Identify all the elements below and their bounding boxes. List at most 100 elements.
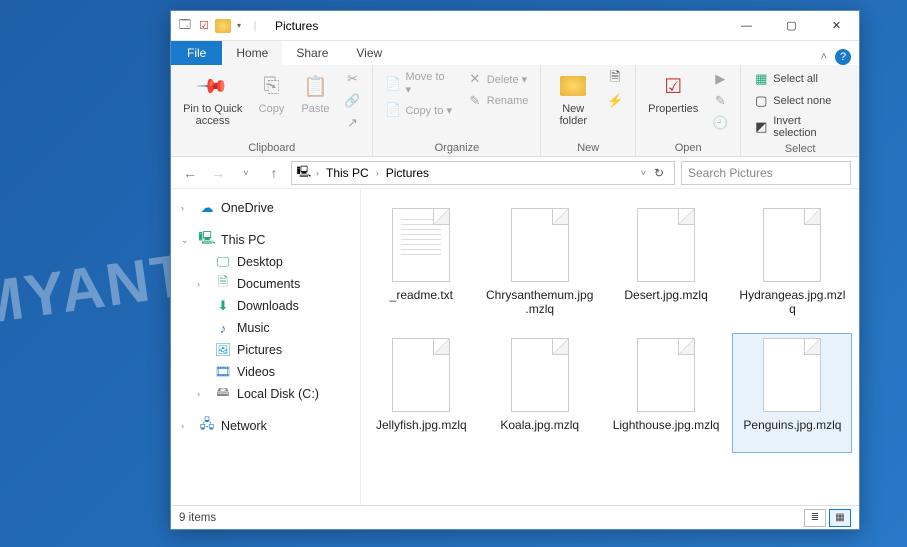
easy-access-button[interactable]: ⚡ [603, 91, 627, 111]
copy-to-icon: 📄 [385, 102, 401, 118]
navigation-pane[interactable]: ›☁OneDrive ⌄🖳This PC 🖵Desktop ›🗎Document… [171, 189, 361, 505]
icons-view-button[interactable]: ▦ [829, 509, 851, 527]
pc-icon: 🖳 [199, 232, 215, 248]
nav-documents[interactable]: ›🗎Documents [175, 273, 356, 295]
select-group-label: Select [749, 141, 851, 155]
new-item-button[interactable]: 🗎 [603, 69, 627, 89]
refresh-button[interactable]: ↻ [648, 166, 670, 180]
file-item[interactable]: _readme.txt [371, 203, 472, 323]
qat-properties-icon[interactable]: ☑ [196, 18, 212, 34]
nav-videos[interactable]: 🎞Videos [175, 361, 356, 383]
titlebar[interactable]: 🗔 ☑ ▾ | Pictures — ▢ ✕ [171, 11, 859, 41]
file-item[interactable]: Penguins.jpg.mzlq [732, 333, 852, 453]
chevron-right-icon[interactable]: › [181, 203, 184, 213]
dogear-icon [804, 209, 820, 225]
chevron-right-icon[interactable]: › [197, 279, 200, 289]
maximize-button[interactable]: ▢ [769, 11, 814, 40]
breadcrumb-item-thispc[interactable]: This PC [323, 166, 372, 180]
file-tab[interactable]: File [171, 41, 222, 65]
file-grid: _readme.txtChrysanthemum.jpg.mzlqDesert.… [371, 203, 849, 453]
minimize-button[interactable]: — [724, 11, 769, 40]
nav-thispc[interactable]: ⌄🖳This PC [175, 229, 356, 251]
copy-button: ⎘ Copy [252, 69, 290, 117]
tab-home[interactable]: Home [222, 41, 282, 65]
chevron-down-icon[interactable]: ⌄ [181, 235, 189, 246]
file-item[interactable]: Hydrangeas.jpg.mzlq [732, 203, 852, 323]
select-all-button[interactable]: ▦Select all [749, 69, 851, 89]
invert-selection-icon: ◩ [753, 119, 769, 135]
help-icon[interactable]: ? [835, 49, 851, 65]
new-item-icon: 🗎 [607, 71, 623, 87]
file-thumbnail [392, 338, 450, 412]
nav-pictures[interactable]: 🖼Pictures [175, 339, 356, 361]
select-none-button[interactable]: ▢Select none [749, 91, 851, 111]
back-button[interactable]: ← [179, 162, 201, 184]
search-placeholder: Search Pictures [688, 166, 773, 180]
select-none-icon: ▢ [753, 93, 769, 109]
nav-downloads[interactable]: ⬇Downloads [175, 295, 356, 317]
chevron-right-icon[interactable]: › [197, 389, 200, 399]
file-thumbnail [763, 208, 821, 282]
address-bar: ← → ˅ ↑ 🖳 › This PC › Pictures ˅ ↻ Searc… [171, 157, 859, 189]
breadcrumb-item-pictures[interactable]: Pictures [383, 166, 432, 180]
up-button[interactable]: ↑ [263, 162, 285, 184]
edit-button: ✎ [708, 91, 732, 111]
ribbon-group-clipboard: 📌 Pin to Quick access ⎘ Copy 📋 Paste ✂ 🔗… [171, 65, 373, 156]
recent-locations-button[interactable]: ˅ [235, 162, 257, 184]
dogear-icon [678, 209, 694, 225]
file-name: Lighthouse.jpg.mzlq [613, 418, 720, 448]
paste-shortcut-button: ↗ [340, 113, 364, 133]
new-folder-button[interactable]: New folder [549, 69, 597, 129]
forward-button[interactable]: → [207, 162, 229, 184]
chevron-right-icon[interactable]: › [374, 168, 381, 178]
dogear-icon [678, 339, 694, 355]
nav-onedrive[interactable]: ›☁OneDrive [175, 197, 356, 219]
copy-to-button: 📄Copy to ▾ [381, 100, 456, 120]
explorer-window: 🗔 ☑ ▾ | Pictures — ▢ ✕ File Home Share V… [170, 10, 860, 530]
open-group-label: Open [644, 140, 732, 154]
file-item[interactable]: Desert.jpg.mzlq [608, 203, 725, 323]
tab-view[interactable]: View [342, 41, 396, 65]
chevron-right-icon[interactable]: › [181, 421, 184, 431]
file-item[interactable]: Jellyfish.jpg.mzlq [371, 333, 472, 453]
ribbon-collapse-icon[interactable]: ˄ [821, 51, 827, 63]
file-item[interactable]: Lighthouse.jpg.mzlq [608, 333, 725, 453]
organize-group-label: Organize [381, 140, 532, 154]
downloads-icon: ⬇ [215, 298, 231, 314]
file-thumbnail [763, 338, 821, 412]
chevron-right-icon[interactable]: › [314, 168, 321, 178]
status-bar: 9 items ≣ ▦ [171, 505, 859, 529]
search-input[interactable]: Search Pictures [681, 161, 851, 185]
file-name: Penguins.jpg.mzlq [743, 418, 841, 448]
nav-localdisk[interactable]: ›🖴Local Disk (C:) [175, 383, 356, 405]
dogear-icon [433, 209, 449, 225]
breadcrumb-dropdown-icon[interactable]: ˅ [641, 168, 646, 178]
nav-desktop[interactable]: 🖵Desktop [175, 251, 356, 273]
window-title: Pictures [269, 19, 724, 33]
item-count: 9 items [179, 512, 216, 524]
file-item[interactable]: Chrysanthemum.jpg.mzlq [480, 203, 600, 323]
properties-icon: ☑ [658, 71, 688, 101]
breadcrumb[interactable]: 🖳 › This PC › Pictures ˅ ↻ [291, 161, 675, 185]
dogear-icon [552, 209, 568, 225]
easy-access-icon: ⚡ [607, 93, 623, 109]
qat-folder-icon[interactable] [215, 18, 231, 34]
qat-dropdown-icon[interactable]: ▾ [234, 19, 244, 33]
invert-selection-button[interactable]: ◩Invert selection [749, 113, 851, 141]
tab-share[interactable]: Share [282, 41, 342, 65]
history-icon: 🕘 [712, 115, 728, 131]
nav-music[interactable]: ♪Music [175, 317, 356, 339]
pin-to-quick-access-button[interactable]: 📌 Pin to Quick access [179, 69, 246, 129]
properties-button[interactable]: ☑ Properties [644, 69, 702, 117]
file-item[interactable]: Koala.jpg.mzlq [480, 333, 600, 453]
file-thumbnail [637, 338, 695, 412]
details-view-button[interactable]: ≣ [804, 509, 826, 527]
delete-icon: ✕ [467, 71, 483, 87]
titlebar-sep: | [247, 18, 263, 34]
close-button[interactable]: ✕ [814, 11, 859, 40]
file-name: Koala.jpg.mzlq [500, 418, 579, 448]
nav-network[interactable]: ›🖧Network [175, 415, 356, 437]
desktop-icon: 🖵 [215, 254, 231, 270]
file-name: Jellyfish.jpg.mzlq [376, 418, 467, 448]
file-pane[interactable]: _readme.txtChrysanthemum.jpg.mzlqDesert.… [361, 189, 859, 505]
